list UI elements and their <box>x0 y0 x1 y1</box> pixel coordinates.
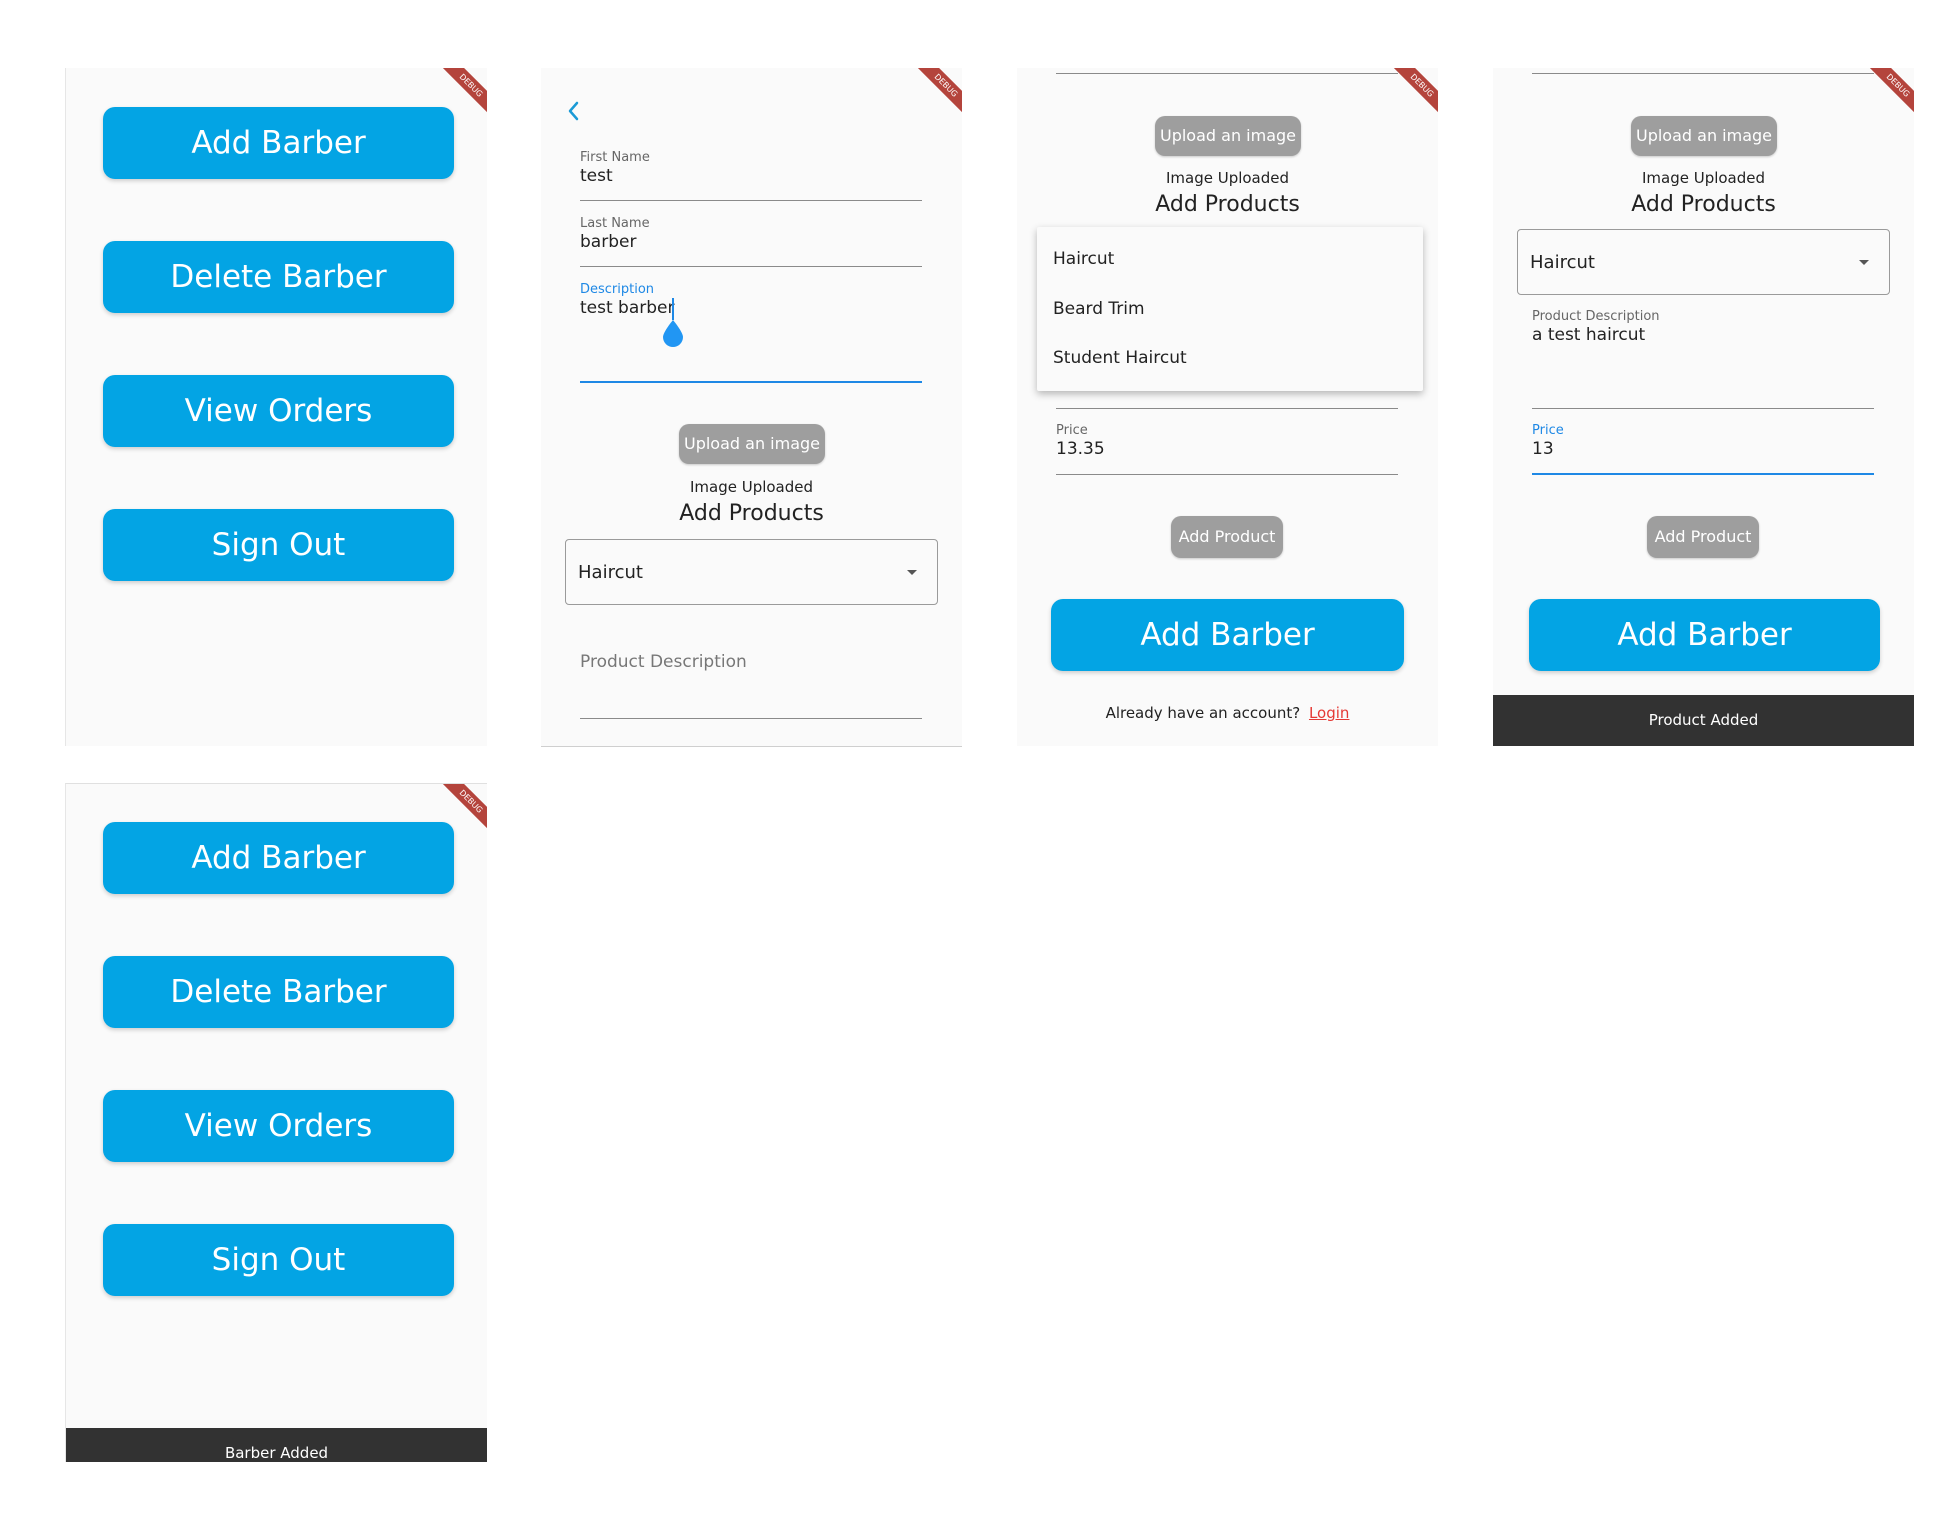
debug-banner: DEBUG <box>913 68 962 119</box>
product-description-underline <box>1532 408 1874 409</box>
admin-home-screen: DEBUG Add Barber Delete Barber View Orde… <box>65 68 487 746</box>
last-name-underline <box>580 266 922 267</box>
product-select[interactable]: Haircut <box>1517 229 1890 295</box>
dropdown-option-beard-trim[interactable]: Beard Trim <box>1053 299 1145 319</box>
price-underline <box>1056 474 1398 475</box>
add-barber-form-screen: DEBUG First Name test Last Name barber D… <box>541 68 962 747</box>
add-barber-button[interactable]: Add Barber <box>103 822 454 894</box>
add-barber-button[interactable]: Add Barber <box>1529 599 1880 671</box>
product-select-value: Haircut <box>1530 252 1595 273</box>
delete-barber-button[interactable]: Delete Barber <box>103 956 454 1028</box>
description-underline <box>580 381 922 383</box>
price-label: Price <box>1056 423 1088 438</box>
cursor-handle-icon[interactable] <box>661 318 685 348</box>
product-dropdown-open-screen: DEBUG Upload an image Image Uploaded Add… <box>1017 68 1438 746</box>
delete-barber-button[interactable]: Delete Barber <box>103 241 454 313</box>
description-underline <box>1056 73 1398 74</box>
login-link[interactable]: Login <box>1309 704 1349 722</box>
upload-image-button[interactable]: Upload an image <box>1155 116 1301 156</box>
dropdown-option-student-haircut[interactable]: Student Haircut <box>1053 348 1187 368</box>
add-barber-button[interactable]: Add Barber <box>103 107 454 179</box>
snackbar-product-added: Product Added <box>1493 695 1914 746</box>
last-name-field[interactable]: barber <box>580 232 636 252</box>
upload-image-button[interactable]: Upload an image <box>679 424 825 464</box>
product-select[interactable]: Haircut <box>565 539 938 605</box>
first-name-label: First Name <box>580 150 650 165</box>
dropdown-option-haircut[interactable]: Haircut <box>1053 249 1114 269</box>
description-label: Description <box>580 282 655 297</box>
first-name-underline <box>580 200 922 201</box>
upload-image-button[interactable]: Upload an image <box>1631 116 1777 156</box>
add-product-button[interactable]: Add Product <box>1647 516 1759 558</box>
product-description-underline <box>1056 408 1398 409</box>
add-product-button[interactable]: Add Product <box>1171 516 1283 558</box>
product-description-underline <box>580 718 922 719</box>
product-select-value: Haircut <box>578 562 643 583</box>
debug-banner: DEBUG <box>1389 68 1438 119</box>
image-status-text: Image Uploaded <box>1165 169 1290 187</box>
sign-out-button[interactable]: Sign Out <box>103 1224 454 1296</box>
image-status-text: Image Uploaded <box>689 478 814 496</box>
add-products-title: Add Products <box>679 501 824 526</box>
first-name-field[interactable]: test <box>580 166 613 186</box>
snackbar-barber-added: Barber Added <box>66 1428 487 1462</box>
dropdown-arrow-icon <box>907 570 917 575</box>
last-name-label: Last Name <box>580 216 650 231</box>
add-products-title: Add Products <box>1631 192 1776 217</box>
price-underline <box>1532 473 1874 475</box>
debug-banner: DEBUG <box>1865 68 1914 119</box>
back-arrow-icon[interactable] <box>566 100 582 122</box>
description-field[interactable]: test barber <box>580 298 675 318</box>
product-description-field[interactable]: a test haircut <box>1532 325 1645 345</box>
add-products-title: Add Products <box>1155 192 1300 217</box>
view-orders-button[interactable]: View Orders <box>103 1090 454 1162</box>
product-description-field[interactable]: Product Description <box>580 652 747 672</box>
price-field[interactable]: 13.35 <box>1056 439 1105 459</box>
already-account-text: Already have an account? <box>1105 704 1301 722</box>
price-label: Price <box>1532 423 1564 438</box>
admin-home-barber-added-screen: DEBUG Add Barber Delete Barber View Orde… <box>65 783 487 1462</box>
product-description-label: Product Description <box>1532 309 1660 324</box>
login-prompt: Already have an account? Login <box>1017 704 1438 722</box>
add-barber-button[interactable]: Add Barber <box>1051 599 1404 671</box>
text-cursor <box>672 298 674 320</box>
view-orders-button[interactable]: View Orders <box>103 375 454 447</box>
price-field[interactable]: 13 <box>1532 439 1554 459</box>
sign-out-button[interactable]: Sign Out <box>103 509 454 581</box>
image-status-text: Image Uploaded <box>1641 169 1766 187</box>
dropdown-arrow-icon <box>1859 260 1869 265</box>
product-added-screen: DEBUG Upload an image Image Uploaded Add… <box>1493 68 1914 746</box>
description-underline <box>1532 73 1874 74</box>
product-dropdown-menu: Haircut Beard Trim Student Haircut <box>1037 227 1423 391</box>
